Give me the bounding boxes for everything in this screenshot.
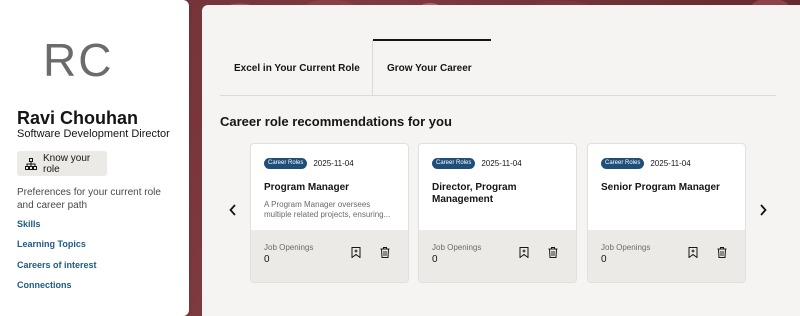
person-name: Ravi Chouhan	[17, 108, 139, 128]
profile-card: RC Ravi Chouhan Software Development Dir…	[0, 0, 189, 316]
job-openings-count: 0	[601, 254, 607, 265]
card-title[interactable]: Director, Program Management	[432, 182, 563, 206]
card-footer: Job Openings 0	[419, 230, 576, 282]
link-learning-topics[interactable]: Learning Topics	[17, 239, 86, 249]
carousel-prev-button[interactable]	[226, 203, 240, 217]
tab-label: Excel in Your Current Role	[234, 62, 360, 74]
card-description: A Program Manager oversees multiple rela…	[264, 200, 391, 219]
trash-icon	[380, 246, 390, 258]
career-roles-badge: Career Roles	[601, 158, 645, 169]
bookmark-icon	[351, 246, 361, 258]
bookmark-button[interactable]	[518, 246, 530, 258]
avatar-initials: RC	[43, 34, 114, 86]
main-panel: Excel in Your Current Role Grow Your Car…	[202, 5, 800, 316]
bookmark-button[interactable]	[687, 246, 699, 258]
delete-button[interactable]	[547, 246, 559, 258]
card-date: 2025-11-04	[481, 159, 522, 168]
link-careers-of-interest[interactable]: Careers of interest	[17, 260, 97, 270]
tab-label: Grow Your Career	[387, 62, 472, 74]
trash-icon	[548, 246, 558, 258]
org-chart-icon	[25, 157, 37, 170]
know-your-role-button[interactable]: Know your role	[17, 151, 107, 176]
tab-excel-current-role[interactable]: Excel in Your Current Role	[220, 40, 373, 96]
bookmark-icon	[519, 246, 529, 258]
career-role-card[interactable]: Career Roles 2025-11-04 Program Manager …	[250, 143, 409, 283]
know-your-role-label: Know your role	[43, 152, 91, 175]
job-openings-count: 0	[264, 254, 270, 265]
tab-bar: Excel in Your Current Role Grow Your Car…	[220, 39, 776, 96]
chevron-left-icon	[229, 204, 236, 216]
card-footer: Job Openings 0	[251, 230, 408, 282]
card-date: 2025-11-04	[650, 159, 691, 168]
job-openings-label: Job Openings	[264, 243, 314, 252]
tab-grow-career[interactable]: Grow Your Career	[373, 39, 491, 96]
bookmark-button[interactable]	[350, 246, 362, 258]
card-footer: Job Openings 0	[588, 230, 745, 282]
career-role-card[interactable]: Career Roles 2025-11-04 Director, Progra…	[418, 143, 577, 283]
job-openings-label: Job Openings	[432, 243, 482, 252]
bookmark-icon	[688, 246, 698, 258]
career-roles-badge: Career Roles	[264, 158, 308, 169]
card-date: 2025-11-04	[313, 159, 354, 168]
job-openings-label: Job Openings	[601, 243, 651, 252]
carousel-next-button[interactable]	[756, 203, 770, 217]
job-openings-count: 0	[432, 254, 438, 265]
link-skills[interactable]: Skills	[17, 219, 41, 229]
card-title[interactable]: Senior Program Manager	[601, 182, 732, 194]
career-role-card[interactable]: Career Roles 2025-11-04 Senior Program M…	[587, 143, 746, 283]
card-title[interactable]: Program Manager	[264, 182, 395, 194]
career-roles-badge: Career Roles	[432, 158, 476, 169]
preferences-description: Preferences for your current role and ca…	[17, 187, 161, 211]
section-title: Career role recommendations for you	[220, 114, 452, 129]
delete-button[interactable]	[379, 246, 391, 258]
chevron-right-icon	[760, 204, 767, 216]
trash-icon	[717, 246, 727, 258]
link-connections[interactable]: Connections	[17, 280, 72, 290]
delete-button[interactable]	[716, 246, 728, 258]
person-title: Software Development Director	[17, 128, 170, 140]
